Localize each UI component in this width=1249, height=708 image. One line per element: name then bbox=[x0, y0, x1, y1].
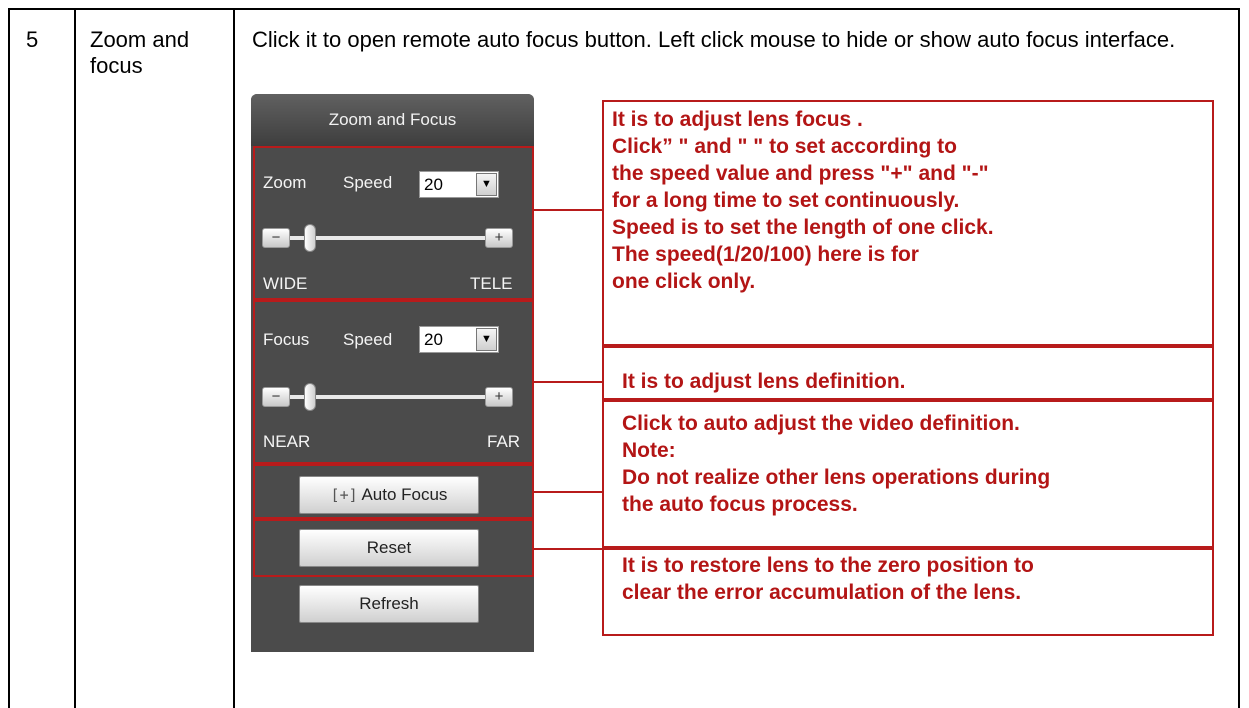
column-divider bbox=[74, 8, 76, 708]
connector-line bbox=[534, 491, 602, 493]
reset-highlight bbox=[253, 519, 534, 577]
auto-focus-highlight bbox=[253, 464, 534, 519]
column-divider bbox=[233, 8, 235, 708]
connector-line bbox=[534, 209, 602, 211]
focus-section-highlight bbox=[253, 300, 534, 464]
zoom-annotation-box: It is to adjust lens focus . Click” " an… bbox=[602, 100, 1214, 346]
focus-annotation-box: It is to adjust lens definition. bbox=[602, 346, 1214, 400]
panel-title: Zoom and Focus bbox=[251, 94, 534, 146]
zoom-annotation-line: for a long time to set continuously. bbox=[612, 189, 960, 212]
reset-annotation-line: It is to restore lens to the zero positi… bbox=[622, 554, 1034, 577]
zoom-annotation-line: one click only. bbox=[612, 270, 756, 293]
row-number: 5 bbox=[26, 27, 39, 52]
connector-line bbox=[534, 381, 602, 383]
zoom-annotation-line: It is to adjust lens focus . bbox=[612, 108, 863, 131]
connector-line bbox=[534, 548, 602, 550]
reset-annotation-box: It is to restore lens to the zero positi… bbox=[602, 548, 1214, 636]
auto-focus-annotation-line: Note: bbox=[622, 439, 676, 462]
auto-focus-annotation-line: Click to auto adjust the video definitio… bbox=[622, 412, 1020, 435]
refresh-button[interactable]: Refresh bbox=[299, 585, 479, 623]
auto-focus-annotation-line: Do not realize other lens operations dur… bbox=[622, 466, 1051, 489]
row-name: Zoom and focus bbox=[90, 27, 190, 78]
zoom-annotation-line: Click” " and " " to set according to bbox=[612, 135, 957, 158]
focus-annotation-line: It is to adjust lens definition. bbox=[622, 370, 906, 393]
zoom-section-highlight bbox=[253, 146, 534, 300]
zoom-annotation-line: Speed is to set the length of one click. bbox=[612, 216, 994, 239]
row-description: Click it to open remote auto focus butto… bbox=[252, 27, 1176, 52]
zoom-annotation-line: The speed(1/20/100) here is for bbox=[612, 243, 919, 266]
auto-focus-annotation-box: Click to auto adjust the video definitio… bbox=[602, 400, 1214, 548]
auto-focus-annotation-line: the auto focus process. bbox=[622, 493, 858, 516]
zoom-annotation-line: the speed value and press "+" and "-" bbox=[612, 162, 989, 185]
reset-annotation-line: clear the error accumulation of the lens… bbox=[622, 581, 1022, 604]
